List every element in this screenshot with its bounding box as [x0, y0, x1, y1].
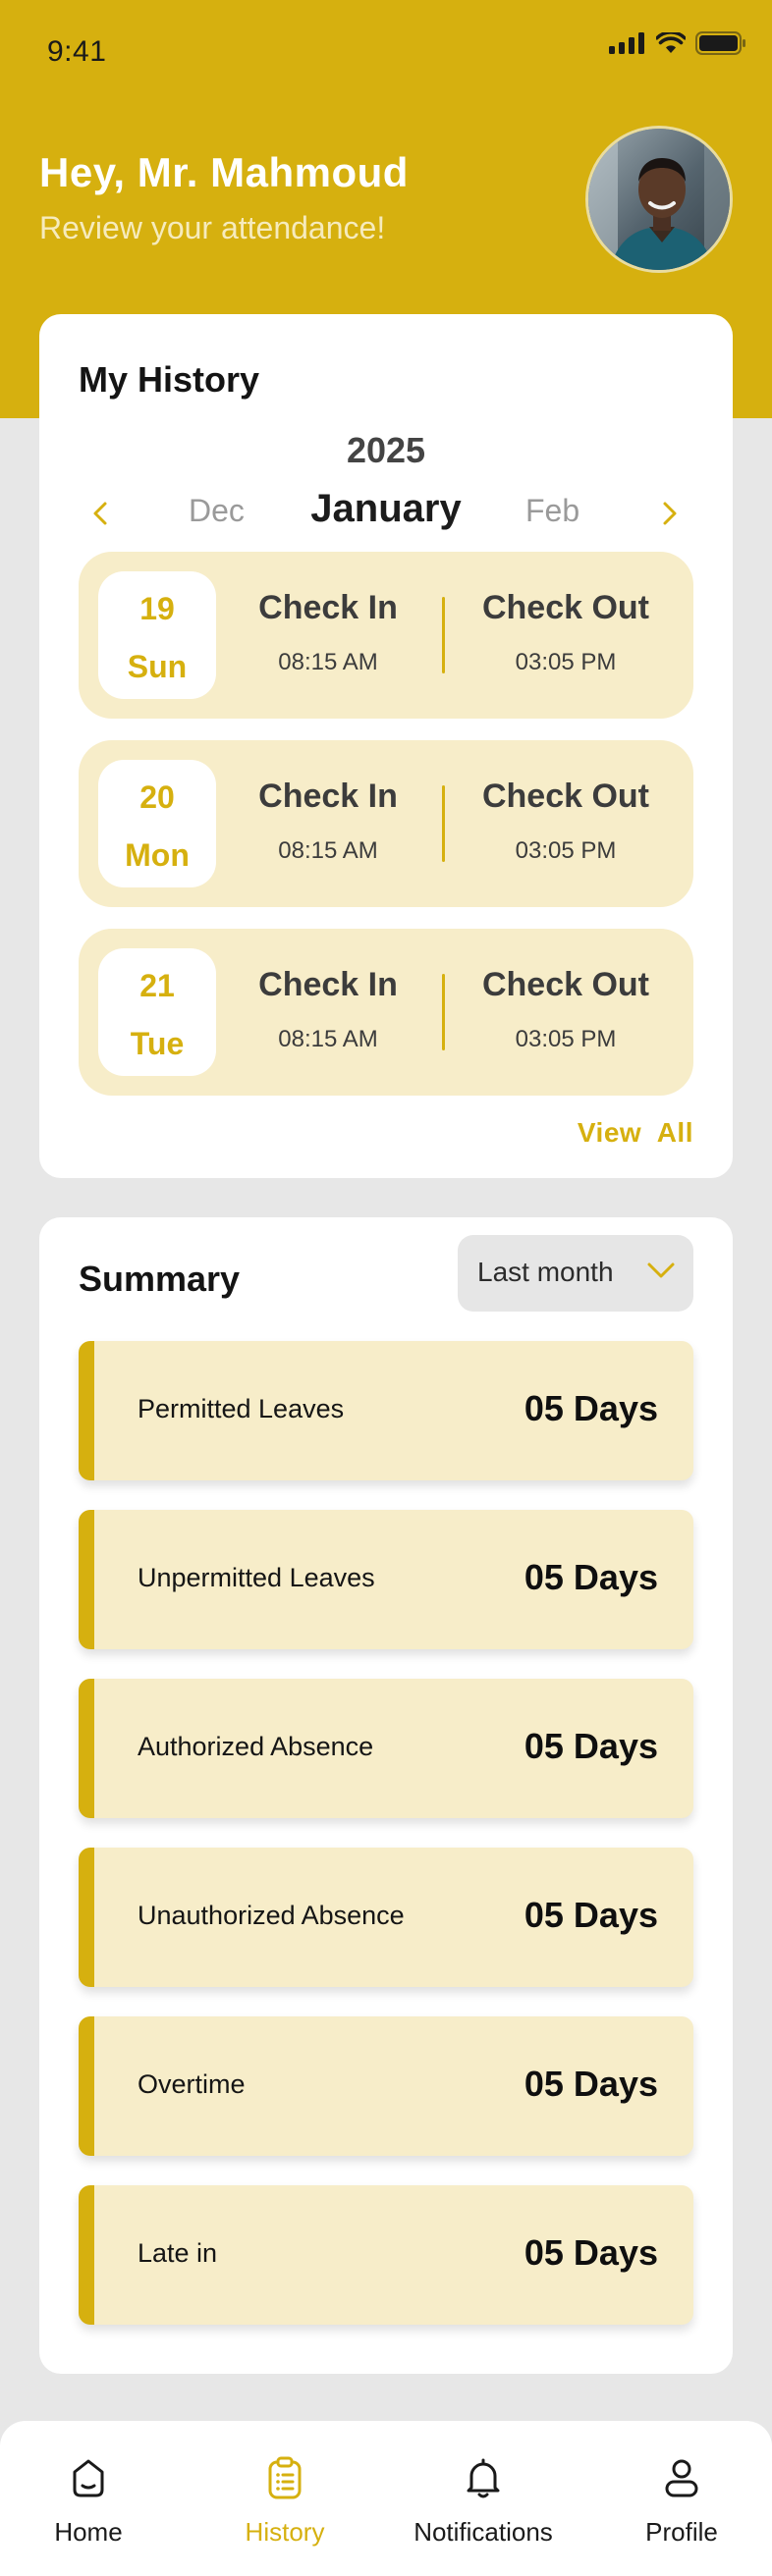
month-next-label[interactable]: Feb — [525, 493, 579, 529]
nav-history-label: History — [245, 2517, 325, 2547]
status-time: 9:41 — [47, 35, 107, 68]
greeting-subtitle: Review your attendance! — [39, 210, 386, 245]
summary-item-value: 05 Days — [524, 1557, 658, 1597]
nav-notifications-label: Notifications — [414, 2517, 553, 2547]
summary-item-label: Overtime — [138, 2069, 246, 2099]
check-out: Check Out 03:05 PM — [468, 778, 664, 865]
summary-item-label: Authorized Absence — [138, 1732, 374, 1761]
period-dropdown-label: Last month — [477, 1257, 614, 1287]
greeting-title: Hey, Mr. Mahmoud — [39, 149, 409, 195]
summary-item[interactable]: Permitted Leaves 05 Days — [79, 1341, 693, 1480]
summary-item-label: Late in — [138, 2238, 218, 2268]
summary-card: Summary Last month Permitted Leaves 05 D… — [39, 1217, 733, 2374]
summary-item[interactable]: Unpermitted Leaves 05 Days — [79, 1510, 693, 1649]
chevron-down-icon — [647, 1262, 675, 1278]
summary-item-value: 05 Days — [524, 1726, 658, 1766]
summary-item-label: Unpermitted Leaves — [138, 1563, 375, 1592]
wifi-icon — [656, 32, 686, 53]
history-year: 2025 — [346, 430, 426, 470]
attendance-row[interactable]: 19 Sun Check In 08:15 AM Check Out 03:05… — [79, 552, 693, 719]
check-in-label: Check In — [258, 966, 398, 1003]
summary-item-value: 05 Days — [524, 2232, 658, 2273]
check-out-time: 03:05 PM — [515, 1026, 617, 1052]
day-name: Sun — [127, 649, 188, 684]
month-current-label: January — [310, 487, 462, 530]
summary-item-label: Unauthorized Absence — [138, 1901, 405, 1930]
day-badge: 21 Tue — [98, 948, 216, 1076]
day-number: 21 — [139, 968, 175, 1003]
home-icon — [0, 2450, 177, 2505]
view-all-link[interactable]: View All — [578, 1117, 693, 1149]
check-out-label: Check Out — [481, 778, 650, 815]
summary-item[interactable]: Late in 05 Days — [79, 2185, 693, 2325]
chevron-right-icon — [663, 502, 677, 525]
summary-item[interactable]: Authorized Absence 05 Days — [79, 1679, 693, 1818]
summary-item-value: 05 Days — [524, 1895, 658, 1935]
signal-icon — [609, 32, 644, 54]
accent-bar — [79, 1679, 94, 1818]
history-card: My History 2025 Dec January Feb 19 Sun C… — [39, 314, 733, 1178]
attendance-row[interactable]: 21 Tue Check In 08:15 AM Check Out 03:05… — [79, 929, 693, 1096]
check-out-label: Check Out — [481, 589, 650, 626]
bell-icon — [395, 2450, 572, 2505]
accent-bar — [79, 1510, 94, 1649]
check-in-label: Check In — [258, 778, 398, 815]
nav-profile-label: Profile — [645, 2517, 718, 2547]
bottom-nav: Home History Notifications Profile — [0, 2421, 772, 2576]
check-in-time: 08:15 AM — [278, 649, 378, 675]
accent-bar — [79, 2016, 94, 2156]
avatar[interactable] — [585, 126, 733, 273]
summary-title: Summary — [79, 1259, 241, 1299]
history-title: My History — [79, 359, 260, 400]
summary-item-label: Permitted Leaves — [138, 1394, 345, 1423]
check-out-label: Check Out — [481, 966, 650, 1003]
day-badge: 19 Sun — [98, 571, 216, 699]
status-icons — [609, 31, 746, 55]
day-name: Tue — [130, 1026, 185, 1061]
summary-item-value: 05 Days — [524, 1388, 658, 1428]
check-in-time: 08:15 AM — [278, 1026, 378, 1052]
period-dropdown[interactable]: Last month — [458, 1235, 693, 1312]
day-number: 19 — [139, 591, 175, 626]
divider — [442, 974, 445, 1050]
day-number: 20 — [139, 779, 175, 815]
next-month-button[interactable] — [650, 489, 689, 538]
accent-bar — [79, 2185, 94, 2325]
day-name: Mon — [125, 837, 190, 873]
attendance-row[interactable]: 20 Mon Check In 08:15 AM Check Out 03:05… — [79, 740, 693, 907]
check-in: Check In 08:15 AM — [230, 778, 426, 865]
accent-bar — [79, 1341, 94, 1480]
status-bar: 9:41 — [0, 0, 772, 98]
avatar-photo — [588, 129, 730, 270]
check-out: Check Out 03:05 PM — [468, 966, 664, 1053]
nav-history[interactable]: History — [196, 2450, 373, 2548]
nav-notifications[interactable]: Notifications — [395, 2450, 572, 2548]
check-in-time: 08:15 AM — [278, 837, 378, 864]
nav-home-label: Home — [54, 2517, 123, 2547]
summary-item-value: 05 Days — [524, 2064, 658, 2104]
check-in: Check In 08:15 AM — [230, 589, 426, 676]
check-in-label: Check In — [258, 589, 398, 626]
accent-bar — [79, 1848, 94, 1987]
check-out-time: 03:05 PM — [515, 649, 617, 675]
clipboard-icon — [196, 2450, 373, 2505]
divider — [442, 597, 445, 673]
check-out: Check Out 03:05 PM — [468, 589, 664, 676]
nav-profile[interactable]: Profile — [593, 2450, 770, 2548]
summary-item[interactable]: Unauthorized Absence 05 Days — [79, 1848, 693, 1987]
user-icon — [593, 2450, 770, 2505]
check-in: Check In 08:15 AM — [230, 966, 426, 1053]
month-selector: Dec January Feb — [39, 479, 733, 548]
day-badge: 20 Mon — [98, 760, 216, 887]
summary-item[interactable]: Overtime 05 Days — [79, 2016, 693, 2156]
divider — [442, 785, 445, 862]
check-out-time: 03:05 PM — [515, 837, 617, 864]
nav-home[interactable]: Home — [0, 2450, 177, 2548]
battery-icon — [695, 31, 745, 55]
